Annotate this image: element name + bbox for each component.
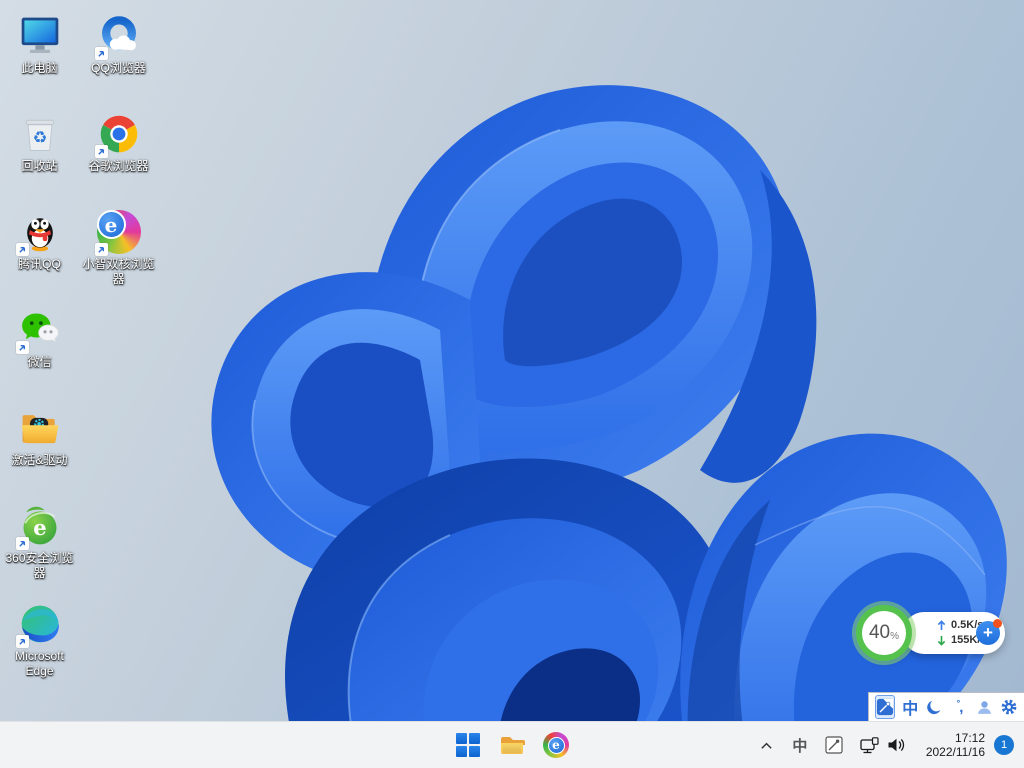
memory-usage-ball[interactable]: 40 % [862,611,906,655]
icon-label: 腾讯QQ [18,257,61,271]
tencent-qq-icon [15,210,62,256]
plus-icon: + [983,623,993,642]
taskbar-file-explorer-button[interactable] [492,725,532,765]
icon-label: Microsoft Edge [15,649,64,678]
windows-logo-icon [456,733,480,757]
desktop-icon-recycle-bin[interactable]: ♻ 回收站 [0,104,79,174]
desktop-icon-tencent-qq[interactable]: 腾讯QQ [0,202,79,272]
ime-logo-gray-icon [825,736,843,754]
tray-ime-logo-button[interactable] [818,727,850,763]
svg-text:e: e [33,515,46,540]
ethernet-icon [860,736,879,753]
tray-ime-mode-button[interactable]: 中 [784,727,816,763]
icon-label: 微信 [27,355,52,369]
desktop-icon-ms-edge[interactable]: Microsoft Edge [0,594,79,679]
file-explorer-icon [501,737,525,754]
icon-label: 此电脑 [21,61,58,75]
chinese-mode-label: 中 [902,701,919,718]
ime-chinese-mode-button[interactable]: 中 [901,695,920,719]
ime-night-mode-button[interactable] [926,695,945,719]
icon-label: 小智双核浏览器 [82,257,155,286]
upload-arrow-icon [937,620,946,630]
desktop-icon-wechat[interactable]: 微信 [0,300,79,370]
desktop-icon-qq-browser[interactable]: QQ浏览器 [79,6,158,76]
notification-count: 1 [1000,739,1008,751]
activation-driver-folder-icon [18,406,62,450]
ime-mode-indicator: 中 [792,737,808,755]
punctuation-icon: °, [956,698,964,716]
ime-punctuation-button[interactable]: °, [950,695,969,719]
memory-percent-value: 40 [868,622,891,643]
shortcut-arrow-icon [94,145,108,158]
desktop-icon-area: 此电脑 QQ浏览器 ♻ 回收站 谷歌浏览器 腾讯QQ e 小智双核浏览器 微信 … [0,0,170,720]
taskbar-xiaozhi-browser-button[interactable]: e [536,725,576,765]
icon-label: QQ浏览器 [91,61,146,75]
shortcut-arrow-icon [15,341,29,354]
ime-user-button[interactable] [975,695,994,719]
shortcut-arrow-icon [15,537,29,550]
icon-label: 回收站 [21,159,58,173]
widget-plus-button[interactable]: + [976,619,1002,645]
tray-overflow-button[interactable] [754,727,780,763]
qq-browser-icon [94,14,141,60]
360-browser-icon: e [15,504,62,550]
icon-label: 谷歌浏览器 [88,159,149,173]
shortcut-arrow-icon [94,47,108,60]
tray-date: 2022/11/16 [925,745,985,759]
desktop-icon-this-pc[interactable]: 此电脑 [0,6,79,76]
icon-label: 激活&驱动 [11,453,68,467]
network-volume-button[interactable] [854,727,912,763]
system-tray: 中 17:12 2022/11/16 1 [754,722,1024,768]
edge-icon [15,602,62,648]
svg-text:♻: ♻ [32,129,47,147]
network-speed-panel[interactable]: 0.5K/s 155K/s + [903,612,1005,654]
download-arrow-icon [937,636,946,646]
chevron-up-icon [761,742,772,749]
ime-settings-button[interactable] [999,695,1018,719]
icon-label: 360安全浏览器 [5,551,74,580]
shortcut-arrow-icon [94,243,108,256]
tray-time: 17:12 [954,731,985,745]
recycle-bin-icon: ♻ [18,112,62,156]
notification-badge[interactable]: 1 [994,735,1014,755]
xiaozhi-browser-icon: e [94,210,141,256]
clock[interactable]: 17:12 2022/11/16 [926,731,985,759]
user-icon [977,700,991,714]
start-button[interactable] [448,725,488,765]
wechat-icon [15,308,62,354]
shortcut-arrow-icon [15,243,29,256]
desktop-icon-activation-driver[interactable]: 激活&驱动 [0,398,79,468]
chrome-icon [94,112,141,158]
360-speed-widget: 0.5K/s 155K/s + 40 % [855,600,1007,668]
ime-logo-icon [876,698,894,716]
moon-icon [927,700,941,714]
gear-icon [1001,699,1017,715]
volume-icon [888,738,905,752]
desktop-icon-chrome[interactable]: 谷歌浏览器 [79,104,158,174]
taskbar-center-group: e [448,722,576,768]
percent-symbol: % [890,630,900,642]
taskbar: e 中 17:12 2022/11/16 1 [0,721,1024,768]
this-pc-icon [18,14,62,58]
notification-dot [993,619,1002,628]
shortcut-arrow-icon [15,635,29,648]
ime-toolbar: 中 °, [868,692,1024,722]
desktop-icon-360-browser[interactable]: e 360安全浏览器 [0,496,79,581]
xiaozhi-browser-icon: e [543,732,569,758]
ime-logo-button[interactable] [875,695,895,719]
desktop-icon-xiaozhi-browser[interactable]: e 小智双核浏览器 [79,202,158,287]
